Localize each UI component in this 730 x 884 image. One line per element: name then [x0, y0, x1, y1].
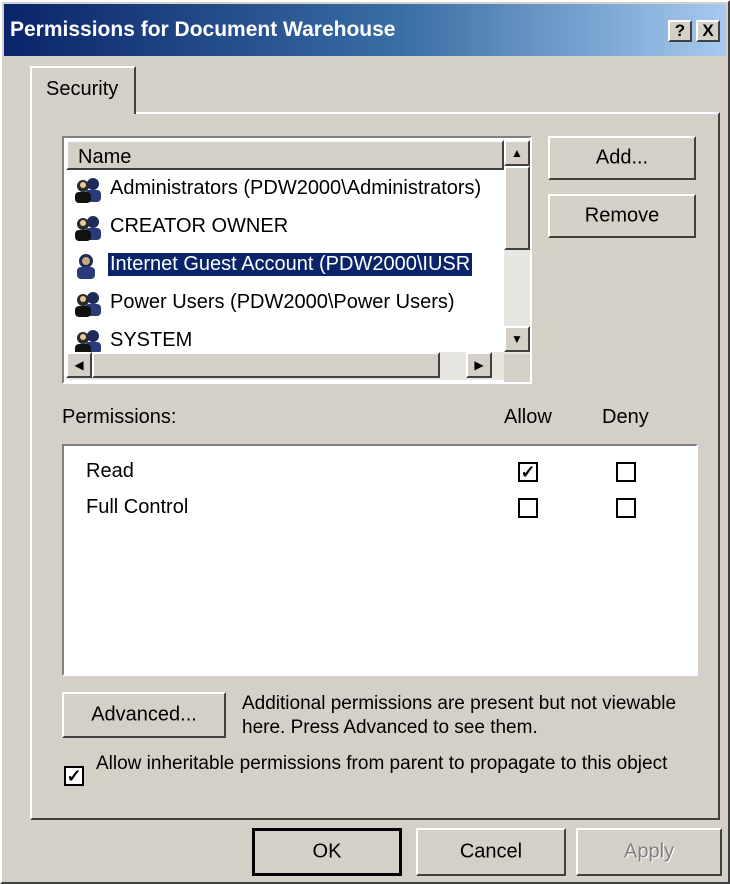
group-icon — [70, 328, 106, 352]
tab-security-label: Security — [46, 78, 119, 100]
help-button[interactable]: ? — [668, 20, 692, 42]
scroll-left-button[interactable]: ◀ — [66, 352, 92, 378]
advanced-button-label: Advanced... — [91, 703, 197, 726]
name-column-header[interactable]: Name — [66, 140, 504, 170]
permissions-list: Read ✓ Full Control — [62, 444, 698, 676]
scroll-right-button[interactable]: ▶ — [466, 352, 492, 378]
ok-button[interactable]: OK — [252, 828, 402, 876]
scroll-down-button[interactable]: ▼ — [504, 326, 530, 352]
group-icon — [70, 176, 106, 204]
inherit-checkbox[interactable]: ✓ — [64, 766, 84, 786]
group-icon — [70, 214, 106, 242]
permission-deny-checkbox[interactable] — [616, 462, 636, 482]
add-button[interactable]: Add... — [548, 136, 696, 180]
window-title: Permissions for Document Warehouse — [10, 18, 396, 41]
tab-security[interactable]: Security — [30, 66, 136, 114]
name-list-item[interactable]: Administrators (PDW2000\Administrators) — [68, 172, 504, 206]
title-bar[interactable]: Permissions for Document Warehouse ? X — [4, 4, 726, 56]
name-list-item[interactable]: CREATOR OWNER — [68, 210, 504, 244]
name-list-item[interactable]: Power Users (PDW2000\Power Users) — [68, 286, 504, 320]
horizontal-scrollbar[interactable]: ◀ ▶ — [66, 352, 504, 380]
horizontal-scroll-thumb[interactable] — [92, 352, 440, 378]
remove-button-label: Remove — [584, 204, 660, 227]
vertical-scrollbar[interactable]: ▲ ▼ — [504, 140, 530, 354]
permission-allow-checkbox[interactable]: ✓ — [518, 462, 538, 482]
permissions-label: Permissions: — [62, 406, 177, 428]
name-list-item-label: Power Users (PDW2000\Power Users) — [110, 291, 455, 313]
name-list[interactable]: Name Administrators (PDW2000\Administrat… — [62, 136, 532, 384]
ok-button-label: OK — [312, 840, 342, 863]
advanced-button[interactable]: Advanced... — [62, 692, 226, 738]
advanced-note: Additional permissions are present but n… — [242, 693, 677, 738]
name-list-item[interactable]: SYSTEM — [68, 324, 504, 352]
remove-button[interactable]: Remove — [548, 194, 696, 238]
permission-name: Full Control — [86, 496, 189, 518]
vertical-scroll-thumb[interactable] — [504, 166, 530, 250]
cancel-button-label: Cancel — [459, 840, 523, 863]
name-list-item-label: CREATOR OWNER — [110, 215, 289, 237]
inherit-label: Allow inheritable permissions from paren… — [96, 753, 668, 774]
name-list-item-label: Internet Guest Account (PDW2000\IUSR — [108, 253, 473, 276]
scroll-up-button[interactable]: ▲ — [504, 140, 530, 166]
close-button[interactable]: X — [696, 20, 720, 42]
user-icon — [70, 252, 106, 280]
name-list-item[interactable]: Internet Guest Account (PDW2000\IUSR — [68, 248, 504, 282]
permission-allow-checkbox[interactable] — [518, 498, 538, 518]
deny-column-header: Deny — [602, 406, 649, 428]
permission-name: Read — [86, 460, 134, 482]
name-column-header-label: Name — [78, 146, 132, 168]
apply-button-label: Apply — [623, 840, 675, 863]
group-icon — [70, 290, 106, 318]
apply-button[interactable]: Apply — [576, 828, 722, 876]
name-list-item-label: SYSTEM — [110, 329, 193, 351]
add-button-label: Add... — [595, 146, 649, 169]
allow-column-header: Allow — [504, 406, 552, 428]
cancel-button[interactable]: Cancel — [416, 828, 566, 876]
scrollbar-corner — [504, 354, 530, 382]
permission-deny-checkbox[interactable] — [616, 498, 636, 518]
permissions-dialog: Permissions for Document Warehouse ? X S… — [0, 0, 730, 884]
name-list-item-label: Administrators (PDW2000\Administrators) — [110, 177, 482, 199]
